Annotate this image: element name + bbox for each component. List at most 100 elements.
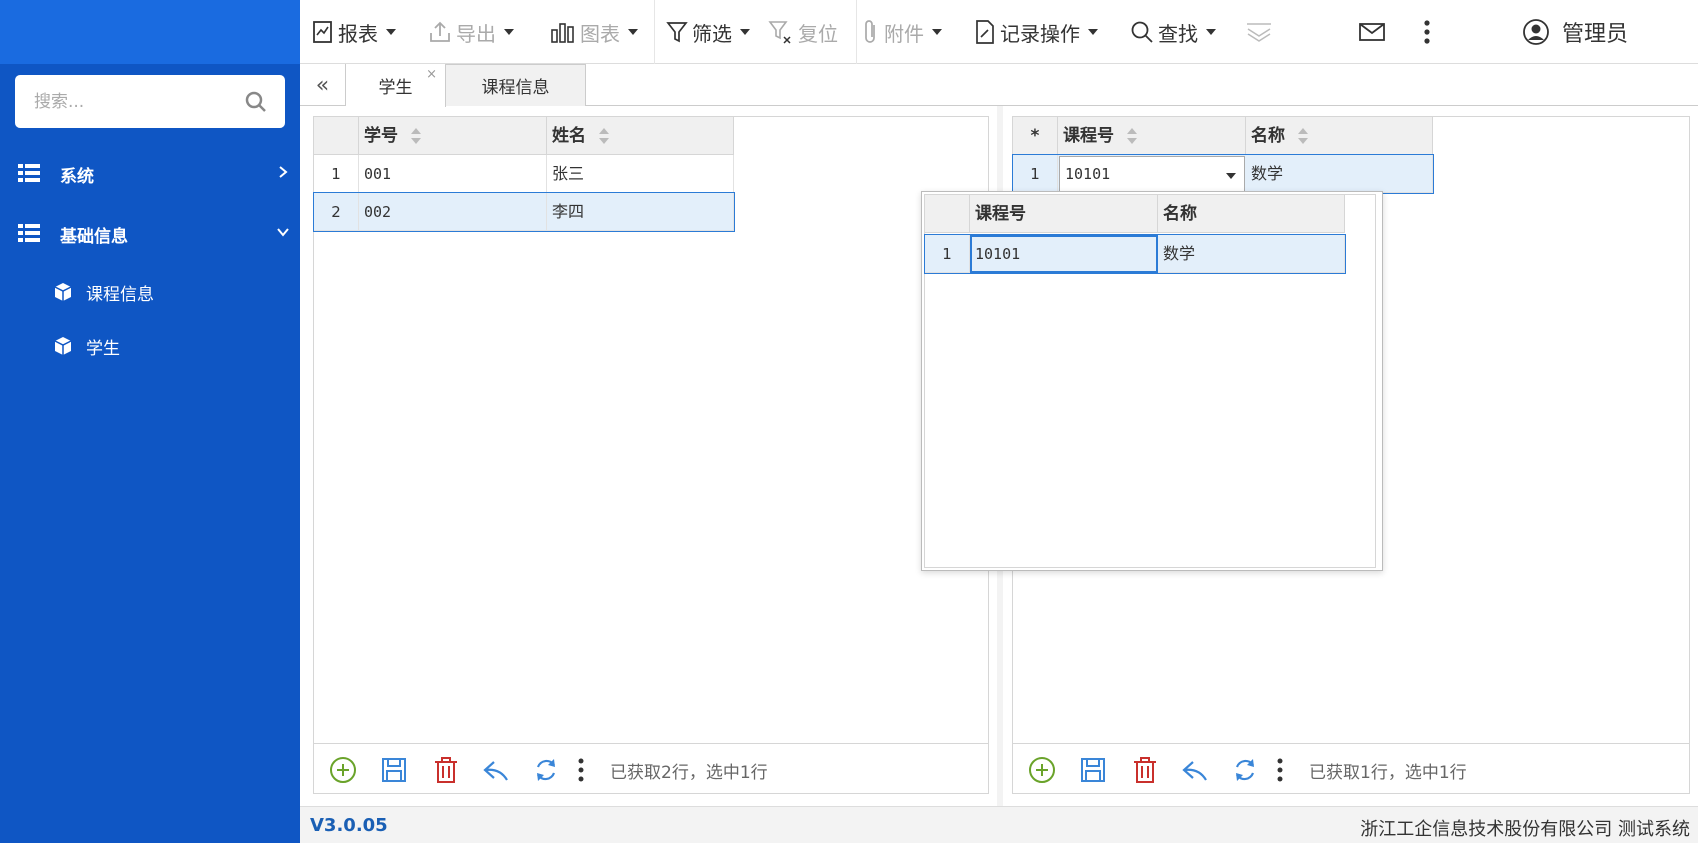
table-row[interactable]: 1 001 张三 — [314, 155, 734, 193]
sort-icon[interactable] — [1126, 127, 1138, 145]
cube-icon — [54, 337, 72, 355]
refresh-icon[interactable] — [1231, 756, 1259, 784]
caret-down-icon — [1206, 29, 1216, 35]
combobox-value: 10101 — [1065, 165, 1111, 183]
refresh-icon[interactable] — [532, 756, 560, 784]
chart-button[interactable]: 图表 — [550, 14, 638, 50]
report-icon — [313, 21, 332, 43]
search-box[interactable] — [15, 75, 285, 128]
filter-button[interactable]: 筛选 — [666, 14, 750, 50]
close-icon[interactable]: × — [426, 67, 437, 82]
cell-student-id[interactable]: 002 — [359, 193, 547, 231]
sidebar-header — [0, 0, 300, 64]
chevron-down-icon — [277, 228, 289, 237]
search-input[interactable] — [15, 75, 245, 128]
table-row[interactable]: 2 002 李四 — [313, 192, 735, 232]
sort-icon[interactable] — [598, 127, 610, 145]
column-header-label: 姓名 — [552, 126, 586, 146]
student-grid-panel: 学号 姓名 1 001 张三 2 002 李四 已获取2行，选中1行 — [313, 116, 989, 794]
caret-down-icon — [1088, 29, 1098, 35]
report-button[interactable]: 报表 — [312, 14, 396, 50]
rownum-header — [314, 117, 359, 155]
edit-marker: * — [1013, 117, 1058, 155]
toolbar: 报表 导出 图表 筛选 复位 附件 记录操作 查找 管理员 — [300, 0, 1698, 64]
cell-student-id[interactable]: 001 — [359, 155, 547, 193]
sort-icon[interactable] — [410, 127, 422, 145]
export-button[interactable]: 导出 — [428, 14, 514, 50]
search-icon — [1131, 21, 1153, 43]
sidebar-item-label: 基础信息 — [60, 227, 128, 247]
sort-icon[interactable] — [1297, 127, 1309, 145]
grid-header: 课程号 名称 — [925, 195, 1345, 233]
user-menu[interactable]: 管理员 — [1522, 14, 1628, 50]
add-icon[interactable] — [1028, 756, 1056, 784]
save-icon[interactable] — [1079, 756, 1107, 784]
undo-icon[interactable] — [482, 756, 510, 784]
document-edit-icon — [976, 20, 994, 44]
table-row[interactable]: 1 10101 数学 — [1012, 154, 1434, 194]
tab-course-info[interactable]: 课程信息 — [446, 64, 586, 106]
course-code-dropdown[interactable]: 课程号 名称 1 10101 数学 — [921, 191, 1383, 571]
more-vertical-icon — [1424, 20, 1430, 44]
caret-down-icon — [932, 29, 942, 35]
delete-icon[interactable] — [1131, 756, 1159, 784]
column-header-name[interactable]: 名称 — [1158, 195, 1345, 233]
cell-name[interactable]: 数学 — [1158, 235, 1345, 273]
tab-label: 课程信息 — [481, 78, 550, 98]
add-icon[interactable] — [329, 756, 357, 784]
paperclip-icon — [865, 20, 875, 43]
sidebar-subitem-student[interactable]: 学生 — [0, 328, 300, 364]
cube-icon — [54, 283, 72, 301]
collapse-sidebar-button[interactable]: « — [300, 64, 346, 106]
company-label: 浙江工企信息技术股份有限公司 测试系统 — [1360, 819, 1690, 840]
column-header-student-id[interactable]: 学号 — [359, 117, 547, 155]
row-number: 1 — [314, 155, 359, 193]
more-vertical-icon[interactable] — [1275, 756, 1285, 784]
row-number: 1 — [925, 235, 970, 273]
user-name: 管理员 — [1562, 22, 1629, 47]
grid-header: 学号 姓名 — [314, 117, 734, 155]
mail-icon — [1359, 23, 1385, 41]
delete-icon[interactable] — [432, 756, 460, 784]
cell-name[interactable]: 张三 — [547, 155, 734, 193]
column-header-name[interactable]: 姓名 — [547, 117, 734, 155]
cell-course-code[interactable]: 10101 — [970, 235, 1158, 273]
tab-student[interactable]: 学生 × — [346, 64, 446, 107]
double-chevron-down-icon — [1247, 23, 1271, 42]
chevron-right-icon — [279, 166, 288, 178]
search-icon[interactable] — [245, 91, 267, 113]
record-ops-label: 记录操作 — [1000, 21, 1080, 46]
tab-label: 学生 — [378, 78, 413, 98]
more-vertical-icon[interactable] — [576, 756, 586, 784]
reset-button[interactable]: 复位 — [768, 14, 838, 50]
record-ops-button[interactable]: 记录操作 — [974, 14, 1098, 50]
cell-name[interactable]: 数学 — [1246, 155, 1433, 193]
attachment-button[interactable]: 附件 — [862, 14, 942, 50]
collapse-toolbar-button[interactable] — [1245, 14, 1277, 50]
bar-chart-icon — [551, 23, 574, 43]
toolbar-divider — [856, 0, 857, 64]
course-code-combobox[interactable]: 10101 — [1059, 156, 1245, 192]
find-button[interactable]: 查找 — [1130, 14, 1216, 50]
sidebar-subitem-label: 学生 — [86, 339, 120, 359]
filter-label: 筛选 — [692, 21, 732, 46]
column-header-course-code[interactable]: 课程号 — [970, 195, 1158, 233]
save-icon[interactable] — [380, 756, 408, 784]
cell-name[interactable]: 李四 — [547, 193, 734, 231]
sidebar-item-system[interactable]: 系统 — [0, 153, 300, 193]
dropdown-option-row[interactable]: 1 10101 数学 — [924, 234, 1346, 274]
list-icon — [18, 164, 40, 182]
chart-label: 图表 — [580, 21, 620, 46]
undo-icon[interactable] — [1181, 756, 1209, 784]
column-header-name[interactable]: 名称 — [1246, 117, 1433, 155]
sidebar-subitem-course-info[interactable]: 课程信息 — [0, 274, 300, 310]
sidebar-item-basic-info[interactable]: 基础信息 — [0, 213, 300, 253]
sidebar-item-label: 系统 — [60, 167, 94, 187]
sidebar-subitem-label: 课程信息 — [86, 285, 154, 305]
mail-button[interactable] — [1358, 14, 1390, 50]
column-header-course-code[interactable]: 课程号 — [1058, 117, 1246, 155]
caret-down-icon — [504, 29, 514, 35]
caret-down-icon[interactable] — [1226, 173, 1236, 179]
reset-label: 复位 — [798, 21, 838, 46]
more-button[interactable] — [1422, 14, 1436, 50]
